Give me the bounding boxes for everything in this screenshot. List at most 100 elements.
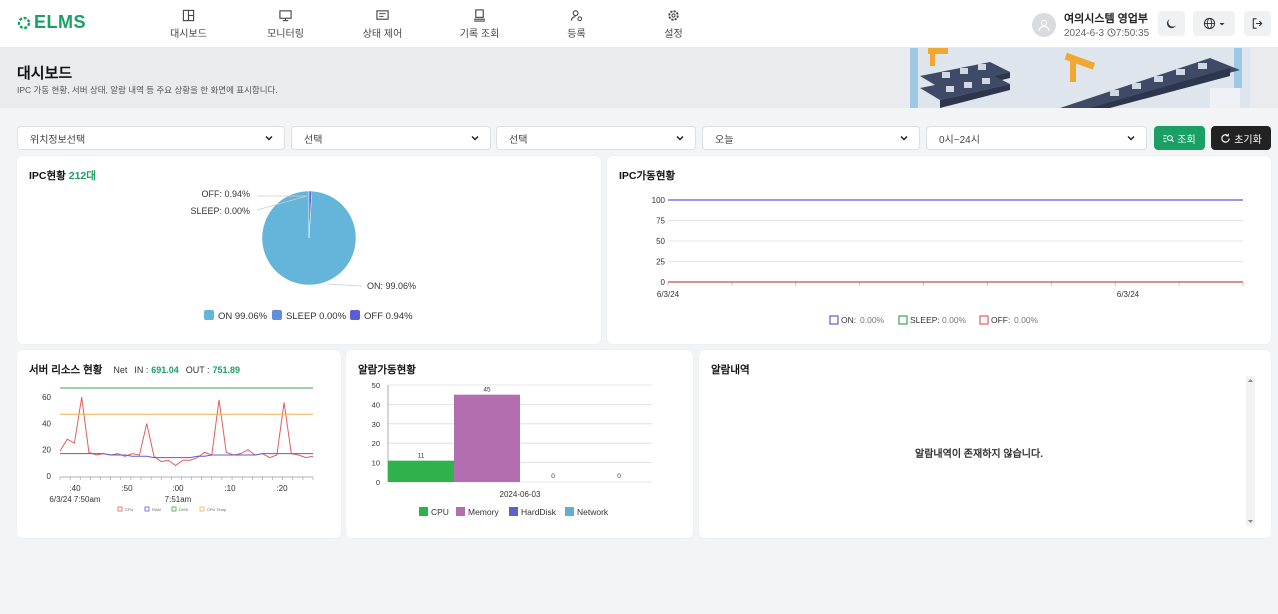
legend-swatch-ram <box>144 506 150 512</box>
logout-button[interactable] <box>1244 11 1271 36</box>
globe-icon <box>1203 17 1216 30</box>
user-info[interactable]: 여의시스템 영업부 2024-6-3 7:50:35 <box>1032 10 1149 39</box>
user-icon <box>1038 19 1050 31</box>
page-description: IPC 가동 현황, 서버 상태, 알람 내역 등 주요 상황을 한 화면에 표… <box>17 85 278 95</box>
nav-status-control[interactable]: 상태 제어 <box>334 0 431 48</box>
filter-select-1-value: 선택 <box>304 134 323 146</box>
nav-history[interactable]: 기록 조회 <box>431 0 528 48</box>
nav-label: 모니터링 <box>267 28 304 40</box>
logout-icon <box>1252 18 1263 29</box>
alarm-operation-card: 알람가동현황 0 10 20 30 40 50 11 45 0 0 2024-06-03 CPU… <box>346 350 693 538</box>
legend-on-name: ON: <box>841 315 856 325</box>
legend-network: Network <box>577 507 609 517</box>
legend-sleep: SLEEP 0.00% <box>286 311 347 322</box>
ipc-operation-legend: ON: 0.00% SLEEP: 0.00% OFF: 0.00% <box>829 315 1039 325</box>
legend-memory: Memory <box>468 507 499 517</box>
bar-cpu <box>388 460 454 482</box>
y-tick-label: 40 <box>372 400 380 409</box>
nav-label: 대시보드 <box>170 28 207 40</box>
legend-ram: RAM <box>152 507 161 512</box>
x-tick-label: 6/3/24 <box>657 290 680 299</box>
x-tick-label: :50 <box>121 484 133 493</box>
x-tick-label: :20 <box>276 484 288 493</box>
scroll-up-icon[interactable] <box>1246 376 1255 385</box>
chevron-down-icon <box>471 135 479 141</box>
hours-select[interactable]: 0시~24시 <box>926 126 1147 150</box>
bar-value-label: 0 <box>617 473 621 480</box>
chevron-down-icon <box>900 135 908 141</box>
nav-register[interactable]: 등록 <box>528 0 625 48</box>
legend-swatch-on <box>204 310 214 320</box>
search-list-icon <box>1163 134 1175 142</box>
ipc-status-card: IPC현황 212대 OFF: 0.94% SLEEP: 0.00% ON: 9… <box>17 156 601 344</box>
search-button-label: 조회 <box>1177 134 1196 146</box>
y-tick-label: 60 <box>42 393 51 402</box>
y-tick-label: 100 <box>652 196 666 205</box>
alarm-history-card: 알람내역 알람내역이 존재하지 않습니다. <box>699 350 1271 538</box>
filter-select-2[interactable]: 선택 <box>496 126 696 150</box>
scroll-down-icon[interactable] <box>1246 517 1255 526</box>
x-tick-label: 6/3/24 <box>1117 290 1140 299</box>
user-register-icon <box>570 9 583 21</box>
chevron-down-icon <box>676 135 684 141</box>
y-tick-label: 20 <box>372 439 380 448</box>
legend-swatch-disk <box>171 506 177 512</box>
legend-disk: DISK <box>179 507 189 512</box>
server-x-axis: :40 :50 :00 :10 :20 6/3/24 7:50am 7:51am <box>49 484 288 504</box>
language-button[interactable] <box>1193 11 1235 36</box>
hours-select-value: 0시~24시 <box>939 134 980 146</box>
y-tick-label: 20 <box>42 446 51 455</box>
y-tick-label: 40 <box>42 419 51 428</box>
nav-dashboard[interactable]: 대시보드 <box>140 0 237 48</box>
y-tick-label: 75 <box>656 217 665 226</box>
server-legend: CPU RAM DISK CPU Temp <box>117 506 227 512</box>
elms-logo[interactable]: ELMS <box>16 12 86 33</box>
nav-label: 등록 <box>567 28 586 40</box>
legend-off: OFF 0.94% <box>364 311 413 322</box>
legend-swatch-memory <box>456 507 465 516</box>
top-navigation-bar: ELMS 대시보드 모니터링 상태 제어 기록 조회 등록 설정 여의시스템 영… <box>0 0 1278 48</box>
legend-swatch-network <box>565 507 574 516</box>
legend-harddisk: HardDisk <box>521 507 557 517</box>
sleep-slice-label: SLEEP: 0.00% <box>190 206 250 216</box>
legend-swatch-sleep <box>898 315 908 325</box>
main-nav: 대시보드 모니터링 상태 제어 기록 조회 등록 설정 <box>140 0 722 48</box>
day-select[interactable]: 오늘 <box>702 126 920 150</box>
server-resource-card: 서버 리소스 현황 Net IN : 691.04 OUT : 751.89 0… <box>17 350 341 538</box>
x-date-label: 7:51am <box>165 495 192 504</box>
moon-icon <box>1166 19 1176 29</box>
alarm-operation-chart: 0 10 20 30 40 50 11 45 0 0 2024-06-03 CPU Memory… <box>372 381 652 517</box>
factory-illustration <box>910 48 1250 108</box>
day-select-value: 오늘 <box>715 134 734 146</box>
x-date-label: 6/3/24 7:50am <box>49 495 100 504</box>
nav-monitoring[interactable]: 모니터링 <box>237 0 334 48</box>
nav-settings[interactable]: 설정 <box>625 0 722 48</box>
ipc-operation-card: IPC가동현황 0 25 50 75 100 6/3/24 6/3/24 ON: 0.0… <box>607 156 1271 344</box>
bar-value-label: 11 <box>418 453 425 460</box>
server-resource-chart: 0 20 40 60 :40 :50 :00 :10 :20 6/3/24 7:50a… <box>42 387 314 512</box>
search-button[interactable]: 조회 <box>1154 126 1205 150</box>
dashboard-icon <box>182 9 195 21</box>
x-category-label: 2024-06-03 <box>500 490 541 499</box>
reset-button[interactable]: 초기화 <box>1211 126 1271 150</box>
y-tick-label: 50 <box>656 237 665 246</box>
filter-select-1[interactable]: 선택 <box>291 126 491 150</box>
dark-mode-button[interactable] <box>1158 11 1185 36</box>
legend-swatch-harddisk <box>509 507 518 516</box>
reset-button-label: 초기화 <box>1234 134 1262 146</box>
ipc-pie-chart: OFF: 0.94% SLEEP: 0.00% ON: 99.06% ON 99… <box>190 189 416 322</box>
y-tick-label: 10 <box>372 459 380 468</box>
series-line-cpu <box>59 397 314 467</box>
monitor-icon <box>279 9 292 21</box>
legend-swatch-on <box>829 315 839 325</box>
bar-value-label: 0 <box>551 473 555 480</box>
y-tick-label: 0 <box>47 472 52 481</box>
location-select[interactable]: 위치정보선택 <box>17 126 285 150</box>
legend-swatch-sleep <box>272 310 282 320</box>
y-tick-label: 0 <box>376 478 380 487</box>
filter-select-2-value: 선택 <box>509 134 528 146</box>
off-slice-label: OFF: 0.94% <box>201 189 250 199</box>
legend-swatch-off <box>979 315 989 325</box>
logo-gear-icon <box>17 16 31 29</box>
alarm-scrollbar[interactable] <box>1246 376 1255 526</box>
